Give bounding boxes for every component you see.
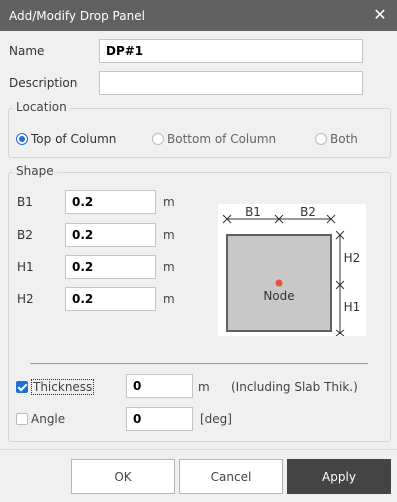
dialog-title: Add/Modify Drop Panel <box>9 9 145 23</box>
location-both-radio[interactable]: Both <box>315 132 358 146</box>
diagram-node-label: Node <box>263 289 294 303</box>
b2-label: B2 <box>17 228 33 242</box>
location-top-of-column-radio[interactable]: Top of Column <box>16 132 116 146</box>
thickness-label: Thickness <box>31 379 95 395</box>
radio-label: Both <box>330 132 358 146</box>
description-input[interactable] <box>99 71 363 95</box>
b1-input[interactable] <box>65 190 156 214</box>
radio-label: Top of Column <box>31 132 117 146</box>
radio-selected-icon <box>16 133 28 145</box>
checkbox-icon <box>16 413 28 425</box>
dialog-body: Name Description Location Top of Column … <box>0 31 397 502</box>
radio-icon <box>152 133 164 145</box>
title-bar: Add/Modify Drop Panel ✕ <box>0 0 397 31</box>
name-input[interactable] <box>99 39 363 63</box>
cancel-button[interactable]: Cancel <box>179 459 283 494</box>
location-bottom-of-column-radio[interactable]: Bottom of Column <box>152 132 276 146</box>
h2-label: H2 <box>17 292 34 306</box>
node-point <box>275 279 283 287</box>
thickness-checkbox[interactable]: Thickness <box>16 379 95 395</box>
description-label: Description <box>9 76 78 90</box>
shape-group-title: Shape <box>13 164 57 178</box>
thickness-input[interactable] <box>126 374 193 398</box>
b1-label: B1 <box>17 195 33 209</box>
separator <box>30 363 368 364</box>
b2-unit: m <box>163 228 175 242</box>
b2-input[interactable] <box>65 223 156 247</box>
radio-icon <box>315 133 327 145</box>
drop-panel-diagram: B1 B2 H2 H1 Node <box>218 204 366 337</box>
h2-input[interactable] <box>65 287 156 311</box>
drop-panel-diagram-svg: B1 B2 H2 H1 Node <box>222 205 361 337</box>
thickness-unit: m <box>198 380 210 394</box>
diagram-h1-label: H1 <box>344 300 361 314</box>
h1-label: H1 <box>17 260 34 274</box>
angle-input[interactable] <box>126 407 193 431</box>
h1-input[interactable] <box>65 255 156 279</box>
location-group-title: Location <box>13 100 70 114</box>
b1-unit: m <box>163 195 175 209</box>
close-icon[interactable]: ✕ <box>371 5 389 25</box>
diagram-b2-label: B2 <box>300 205 316 219</box>
angle-checkbox[interactable]: Angle <box>16 412 65 426</box>
checkbox-checked-icon <box>16 381 28 393</box>
diagram-h2-label: H2 <box>344 251 361 265</box>
h1-unit: m <box>163 260 175 274</box>
angle-unit: [deg] <box>200 412 232 426</box>
thickness-note: (Including Slab Thik.) <box>231 380 358 394</box>
diagram-b1-label: B1 <box>245 205 261 219</box>
angle-label: Angle <box>31 412 66 426</box>
ok-button[interactable]: OK <box>71 459 175 494</box>
apply-button[interactable]: Apply <box>287 459 391 494</box>
radio-label: Bottom of Column <box>167 132 277 146</box>
name-label: Name <box>9 44 45 58</box>
h2-unit: m <box>163 292 175 306</box>
dialog-footer: OK Cancel Apply <box>0 449 397 502</box>
